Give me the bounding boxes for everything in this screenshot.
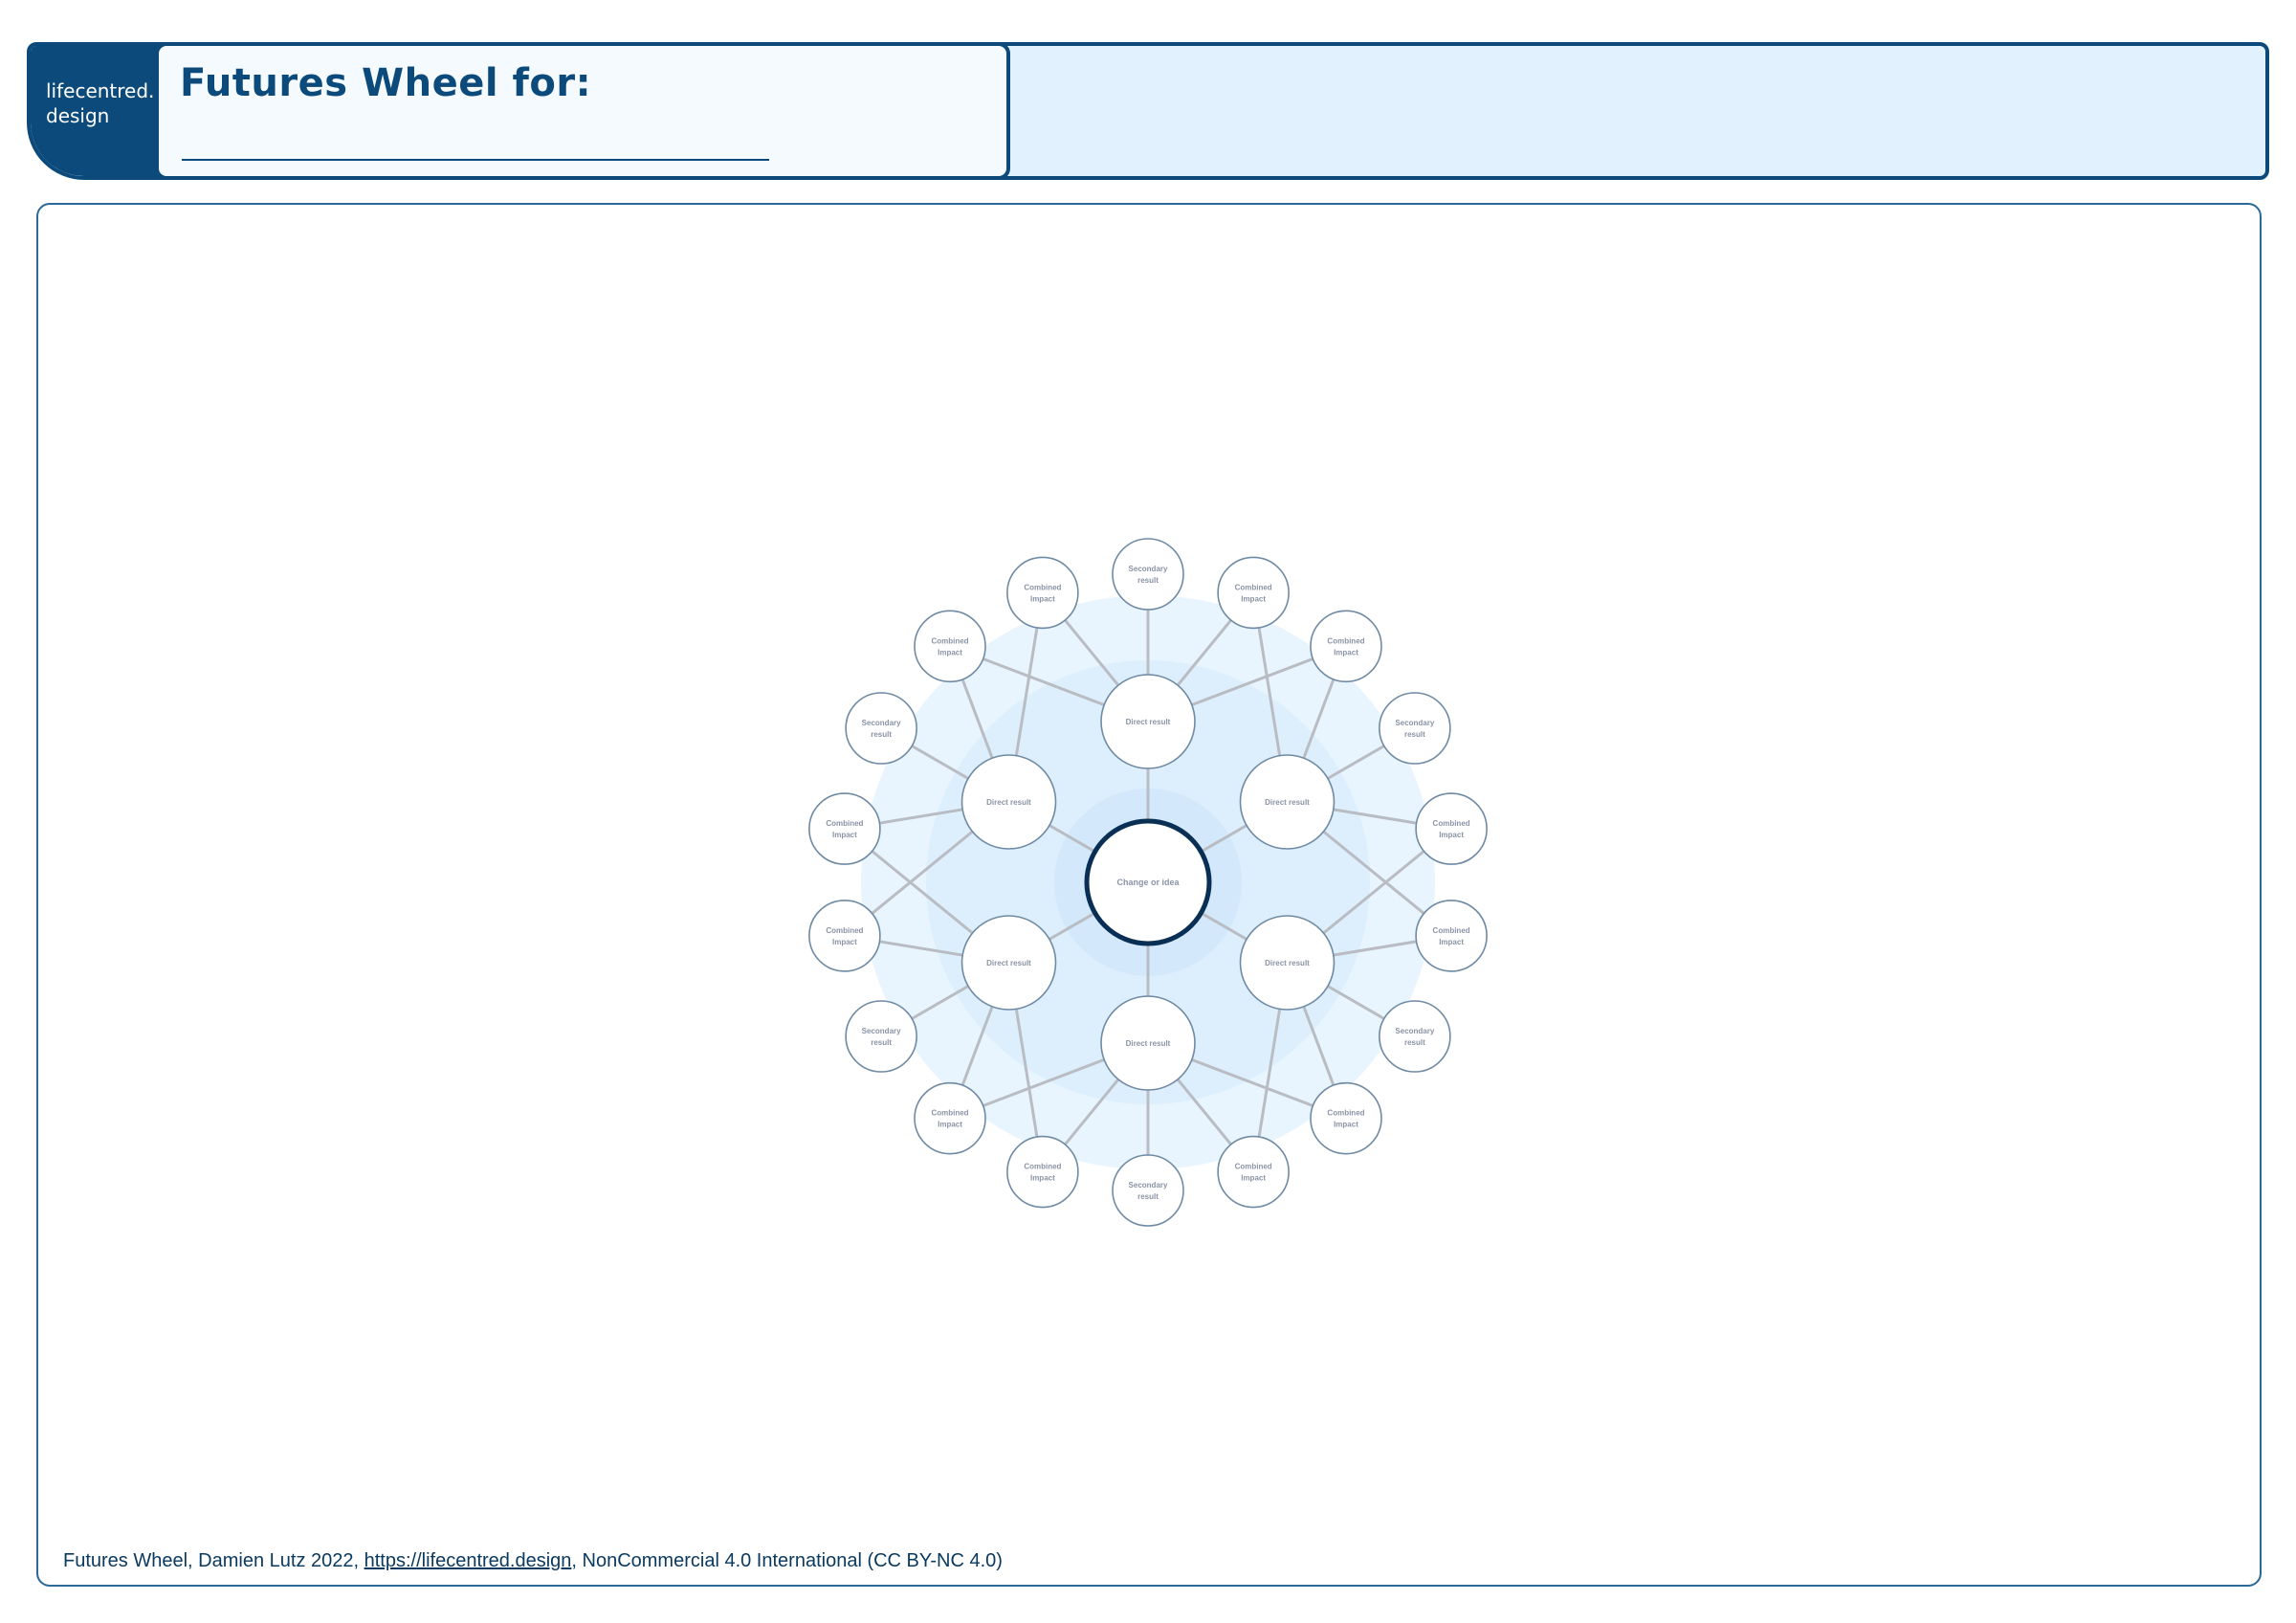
secondary-result-node[interactable]: Secondary result	[845, 1000, 917, 1073]
footer-link[interactable]: https://lifecentred.design	[364, 1550, 572, 1571]
direct-result-node[interactable]: Direct result	[1239, 915, 1336, 1011]
secondary-result-node[interactable]: Secondary result	[1112, 538, 1184, 611]
node-label: Impact	[1439, 831, 1464, 839]
node-label: Combined	[1327, 1109, 1364, 1118]
direct-result-node[interactable]: Direct result	[1239, 754, 1336, 850]
direct-result-node[interactable]: Direct result	[960, 915, 1057, 1011]
node-label: Impact	[1439, 938, 1464, 946]
direct-result-node[interactable]: Direct result	[960, 754, 1057, 850]
node-circle	[1112, 538, 1184, 611]
combined-impact-node[interactable]: Combined Impact	[1217, 1135, 1290, 1209]
secondary-result-node[interactable]: Secondary result	[1379, 692, 1451, 765]
node-circle	[1310, 1081, 1382, 1155]
node-label: Impact	[1241, 594, 1266, 603]
node-label: result	[1404, 1038, 1425, 1047]
node-label: Secondary	[1129, 565, 1168, 573]
node-label: Impact	[832, 831, 857, 839]
node-circle	[845, 692, 917, 765]
node-circle	[808, 900, 881, 972]
node-label: Impact	[1241, 1174, 1266, 1183]
node-label: Direct result	[986, 798, 1031, 807]
node-label: Combined	[1327, 636, 1364, 645]
node-label: Impact	[1334, 1121, 1358, 1129]
change-or-idea-node[interactable]: Change or idea	[1084, 818, 1212, 946]
node-label: Direct result	[1126, 1039, 1171, 1048]
node-circle	[808, 792, 881, 865]
combined-impact-node[interactable]: Combined Impact	[1217, 556, 1290, 630]
node-circle	[1217, 556, 1290, 630]
node-label: Combined	[826, 926, 863, 935]
node-label: Impact	[832, 938, 857, 946]
node-label: Impact	[938, 648, 962, 656]
node-label: Combined	[1235, 1163, 1272, 1171]
node-circle	[1379, 1000, 1451, 1073]
node-label: Secondary	[862, 1027, 901, 1035]
node-label: Combined	[826, 819, 863, 828]
node-circle	[914, 1081, 986, 1155]
node-label: result	[1404, 730, 1425, 739]
node-label: Impact	[1030, 594, 1055, 603]
secondary-result-node[interactable]: Secondary result	[1112, 1154, 1184, 1227]
combined-impact-node[interactable]: Combined Impact	[914, 1081, 986, 1155]
futures-wheel-diagram: Secondary result Combined Impact Combined Imp…	[808, 538, 1488, 1227]
combined-impact-node[interactable]: Combined Impact	[1006, 1135, 1079, 1209]
node-label: Impact	[938, 1121, 962, 1129]
node-circle	[1112, 1154, 1184, 1227]
combined-impact-node[interactable]: Combined Impact	[1006, 556, 1079, 630]
node-label: Combined	[1235, 583, 1272, 591]
combined-impact-node[interactable]: Combined Impact	[808, 900, 881, 972]
node-circle	[1006, 556, 1079, 630]
node-circle	[1217, 1135, 1290, 1209]
center-label: Change or idea	[1116, 878, 1180, 887]
node-circle	[1415, 900, 1488, 972]
node-label: Combined	[931, 636, 968, 645]
node-circle	[914, 610, 986, 683]
node-label: Direct result	[1265, 959, 1310, 967]
footer-credit: Futures Wheel, Damien Lutz 2022, https:/…	[63, 1550, 1003, 1572]
footer-suffix: , NonCommercial 4.0 International (CC BY…	[571, 1550, 1003, 1571]
node-label: Combined	[1024, 1163, 1061, 1171]
node-circle	[1379, 692, 1451, 765]
direct-result-node[interactable]: Direct result	[1100, 674, 1196, 769]
secondary-result-node[interactable]: Secondary result	[1379, 1000, 1451, 1073]
node-circle	[1006, 1135, 1079, 1209]
combined-impact-node[interactable]: Combined Impact	[1310, 610, 1382, 683]
node-label: result	[1137, 1192, 1159, 1201]
node-label: Secondary	[862, 719, 901, 727]
node-label: Secondary	[1395, 1027, 1434, 1035]
node-label: Combined	[1433, 926, 1470, 935]
node-label: Combined	[1433, 819, 1470, 828]
node-label: Direct result	[1126, 718, 1171, 726]
node-label: Secondary	[1395, 719, 1434, 727]
node-label: Direct result	[1265, 798, 1310, 807]
combined-impact-node[interactable]: Combined Impact	[1415, 900, 1488, 972]
node-label: Combined	[931, 1109, 968, 1118]
node-label: Impact	[1334, 648, 1358, 656]
direct-result-node[interactable]: Direct result	[1100, 995, 1196, 1091]
combined-impact-node[interactable]: Combined Impact	[808, 792, 881, 865]
node-label: result	[1137, 576, 1159, 585]
node-circle	[1310, 610, 1382, 683]
secondary-result-node[interactable]: Secondary result	[845, 692, 917, 765]
node-circle	[1415, 792, 1488, 865]
combined-impact-node[interactable]: Combined Impact	[1310, 1081, 1382, 1155]
node-label: Impact	[1030, 1174, 1055, 1183]
combined-impact-node[interactable]: Combined Impact	[914, 610, 986, 683]
node-label: result	[871, 730, 892, 739]
node-label: result	[871, 1038, 892, 1047]
node-circle	[845, 1000, 917, 1073]
node-label: Combined	[1024, 583, 1061, 591]
node-label: Secondary	[1129, 1181, 1168, 1189]
node-label: Direct result	[986, 959, 1031, 967]
combined-impact-node[interactable]: Combined Impact	[1415, 792, 1488, 865]
footer-prefix: Futures Wheel, Damien Lutz 2022,	[63, 1550, 364, 1571]
